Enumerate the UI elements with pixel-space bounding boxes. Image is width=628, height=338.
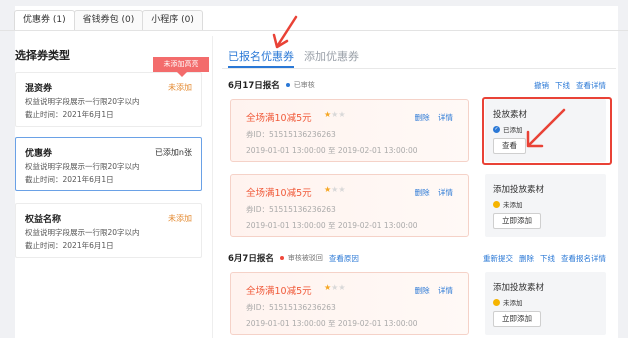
tab-mini-program[interactable]: 小程序 (0) [142,10,203,30]
tab-add-coupon[interactable]: 添加优惠券 [304,48,359,64]
status-dot-icon [493,298,500,306]
view-details-link[interactable]: 查看详情 [576,80,606,91]
coupon-type-card-benefit[interactable]: 权益名称 未添加 权益说明字段展示一行限20字以内 截止时间：2021年6月1日 [15,203,202,258]
coupon-type-card-coupon[interactable]: 优惠券 已添加n张 权益说明字段展示一行限20字以内 截止时间：2021年6月1… [15,137,202,191]
star-icon: ★ [338,110,346,119]
view-registration-link[interactable]: 查看报名详情 [561,253,606,264]
coupon-title: 全场满10减5元 [246,286,312,297]
status-dot-icon [493,200,500,208]
card-description: 权益说明字段展示一行限20字以内 [25,228,140,237]
status-dot [285,83,290,87]
card-deadline: 截止时间：2021年6月1日 [25,110,114,119]
material-title: 添加投放素材 [493,283,545,293]
rating-stars: ★★★ [324,185,346,194]
rating-stars: ★★★ [324,283,346,292]
coupon-id: 券ID：51515136236263 [246,205,336,214]
card-status: 未添加 [168,82,192,92]
card-name: 混资券 [25,83,53,94]
material-status: 未添加 [493,199,523,209]
material-status: 未添加 [493,297,523,307]
material-status-text: 未添加 [503,201,523,209]
rating-stars: ★★★ [324,110,346,119]
card-deadline: 截止时间：2021年6月1日 [25,241,114,250]
offline-link[interactable]: 下线 [555,80,570,91]
material-status-text: 未添加 [503,299,523,307]
tab-divider [0,30,628,31]
coupon-actions: 删除 详情 [409,187,453,198]
section-actions: 重新提交 删除 下线 查看报名详情 [483,253,606,264]
tab-registered-coupons[interactable]: 已报名优惠券 [228,48,294,64]
delete-link[interactable]: 删除 [519,253,534,264]
revoke-link[interactable]: 撤销 [534,80,549,91]
coupon-id: 券ID：51515136236263 [246,130,336,139]
coupon-item: 全场满10减5元 ★★★ 删除 详情 券ID：51515136236263 20… [230,272,608,335]
coupon-item: 全场满10减5元 ★★★ 删除 详情 券ID：51515136236263 20… [230,174,608,237]
tab-coupon-packs[interactable]: 省钱券包 (0) [73,10,144,30]
section-header-jun17: 6月17日报名 已审核 [228,79,321,91]
offline-link[interactable]: 下线 [540,253,555,264]
panel-divider [212,36,213,338]
delete-link[interactable]: 删除 [415,286,430,295]
section-actions: 撤销 下线 查看详情 [534,80,606,91]
section-status: 审核被驳回 [287,254,323,262]
coupon-type-card-mixed[interactable]: 混资券 未添加 权益说明字段展示一行限20字以内 截止时间：2021年6月1日 [15,72,202,127]
section-status: 已审核 [293,81,315,89]
material-box: 添加投放素材 未添加 立即添加 [485,174,606,237]
resubmit-link[interactable]: 重新提交 [483,253,513,264]
coupon-actions: 删除 详情 [409,285,453,296]
coupon-box: 全场满10减5元 ★★★ 删除 详情 券ID：51515136236263 20… [230,174,469,237]
coupon-box: 全场满10减5元 ★★★ 删除 详情 券ID：51515136236263 20… [230,272,469,335]
coupon-actions: 删除 详情 [409,112,453,123]
top-tab-bar: 优惠券 (1) 省钱券包 (0) 小程序 (0) [14,10,203,30]
detail-link[interactable]: 详情 [438,286,453,295]
card-description: 权益说明字段展示一行限20字以内 [25,162,140,171]
section-date: 6月7日报名 [228,254,274,264]
material-box: 添加投放素材 未添加 立即添加 [485,272,606,335]
card-status: 未添加 [168,213,192,223]
star-icon: ★ [338,185,346,194]
section-header-jun7: 6月7日报名 审核被驳回 查看原因 [228,252,359,265]
card-name: 优惠券 [25,148,53,159]
card-deadline: 截止时间：2021年6月1日 [25,175,114,184]
right-tab-divider [222,68,616,69]
view-reason-link[interactable]: 查看原因 [329,253,359,264]
section-date: 6月17日报名 [228,81,280,91]
coupon-id: 券ID：51515136236263 [246,303,336,312]
card-status: 已添加n张 [154,147,192,157]
delete-link[interactable]: 删除 [415,188,430,197]
coupon-time: 2019-01-01 13:00:00 至 2019-02-01 13:00:0… [246,146,418,155]
highlight-tooltip: 未添加高亮 [153,57,209,77]
status-dot [279,256,284,260]
annotation-arrow-icon [272,15,298,49]
detail-link[interactable]: 详情 [438,113,453,122]
card-name: 权益名称 [25,214,62,225]
coupon-box: 全场满10减5元 ★★★ 删除 详情 券ID：51515136236263 20… [230,99,469,162]
coupon-time: 2019-01-01 13:00:00 至 2019-02-01 13:00:0… [246,221,418,230]
tab-coupons[interactable]: 优惠券 (1) [14,10,75,30]
annotation-arrow-icon [526,108,566,148]
star-icon: ★ [338,283,346,292]
delete-link[interactable]: 删除 [415,113,430,122]
coupon-time: 2019-01-01 13:00:00 至 2019-02-01 13:00:0… [246,319,418,328]
coupon-title: 全场满10减5元 [246,113,312,124]
card-description: 权益说明字段展示一行限20字以内 [25,97,140,106]
coupon-title: 全场满10减5元 [246,188,312,199]
add-material-button[interactable]: 立即添加 [493,311,541,327]
coupon-type-title: 选择券类型 [15,49,70,62]
detail-link[interactable]: 详情 [438,188,453,197]
material-title: 添加投放素材 [493,185,545,195]
add-material-button[interactable]: 立即添加 [493,213,541,229]
